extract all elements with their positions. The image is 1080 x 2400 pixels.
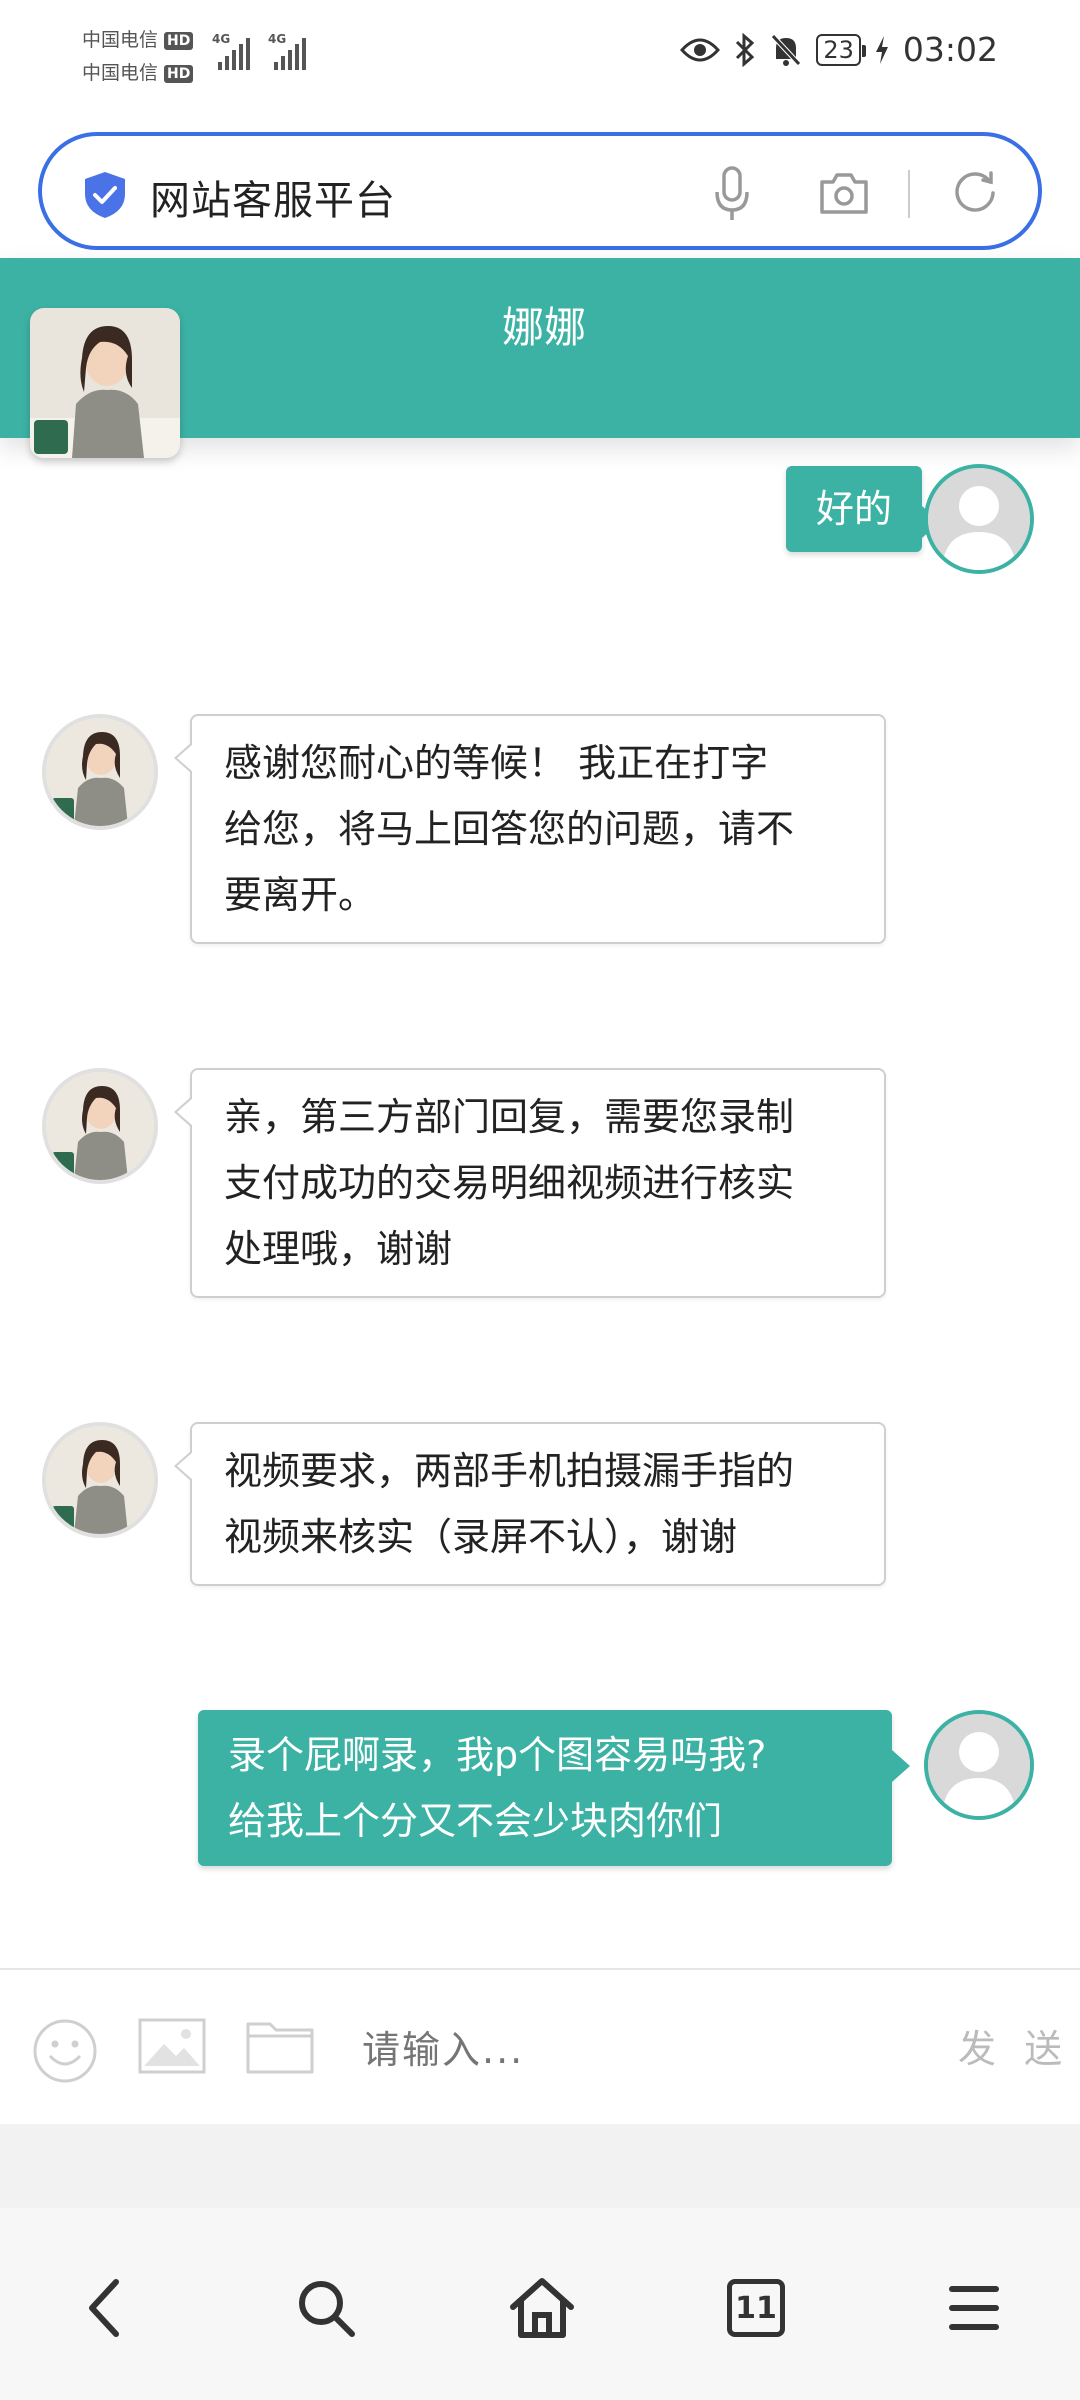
tab-count-icon: 11: [727, 2279, 785, 2337]
status-bar: 中国电信 HD 中国电信 HD 4G 4G 23 03:02: [0, 0, 1080, 110]
agent-avatar[interactable]: [42, 1068, 158, 1184]
agent-avatar[interactable]: [42, 714, 158, 830]
message-input[interactable]: [362, 2020, 922, 2080]
carrier-name: 中国电信: [82, 29, 159, 51]
battery-icon: 23: [816, 33, 866, 66]
message-line: 视频来核实（录屏不认），谢谢: [224, 1515, 738, 1559]
user-avatar[interactable]: [924, 1710, 1034, 1820]
default-avatar-icon: [928, 468, 1030, 570]
user-avatar[interactable]: [924, 464, 1034, 574]
folder-icon[interactable]: [246, 2018, 314, 2074]
security-shield-icon: [85, 172, 125, 218]
message-list[interactable]: 好的 感谢您耐心的等候！ 我正在打字 给您，将马上回答您的问题，请不 要离开。 …: [0, 438, 1080, 1968]
default-avatar-icon: [928, 1714, 1030, 1816]
status-right: 23 03:02: [680, 30, 998, 69]
signal-strength-icon: 4G: [212, 32, 250, 70]
keyboard-spacer: [0, 2124, 1080, 2208]
signal-icons: 4G 4G: [212, 32, 306, 70]
hd-badge: HD: [164, 64, 194, 83]
agent-avatar[interactable]: [42, 1422, 158, 1538]
message-line: 处理哦，谢谢: [224, 1227, 453, 1271]
carrier-name: 中国电信: [82, 62, 159, 84]
image-icon[interactable]: [138, 2018, 206, 2074]
page-title[interactable]: 网站客服平台: [150, 168, 396, 226]
search-icon: [299, 2281, 355, 2337]
user-message[interactable]: 录个屁啊录，我p个图容易吗我? 给我上个分又不会少块肉你们: [198, 1710, 910, 1866]
message-text: 好的: [815, 487, 892, 531]
charging-icon: [875, 35, 888, 64]
message-line: 亲，第三方部门回复，需要您录制: [224, 1095, 795, 1139]
chat-header: 娜娜: [0, 258, 1080, 458]
menu-button[interactable]: [938, 2272, 1010, 2344]
chevron-left-icon: [89, 2279, 119, 2337]
message-line: 给您，将马上回答您的问题，请不: [224, 807, 795, 851]
menu-icon: [949, 2286, 999, 2330]
message-line: 录个屁啊录，我p个图容易吗我?: [228, 1733, 767, 1777]
user-message[interactable]: 好的: [785, 466, 941, 552]
agent-photo: [46, 718, 154, 826]
home-button[interactable]: [506, 2272, 578, 2344]
agent-message[interactable]: 视频要求，两部手机拍摄漏手指的 视频来核实（录屏不认），谢谢: [174, 1422, 886, 1586]
tabs-button[interactable]: 11: [720, 2272, 792, 2344]
home-icon: [510, 2278, 574, 2338]
emoji-icon[interactable]: [32, 2018, 98, 2084]
agent-message[interactable]: 亲，第三方部门回复，需要您录制 支付成功的交易明细视频进行核实 处理哦，谢谢: [174, 1068, 886, 1298]
browser-bottom-nav: 11: [0, 2208, 1080, 2400]
message-line: 感谢您耐心的等候！ 我正在打字: [224, 741, 769, 785]
mute-bell-icon: [771, 33, 802, 66]
divider: [908, 170, 910, 218]
message-line: 视频要求，两部手机拍摄漏手指的: [224, 1449, 795, 1493]
microphone-icon[interactable]: [712, 166, 752, 222]
message-input-bar: 发 送: [0, 1968, 1080, 2124]
agent-photo: [46, 1426, 154, 1534]
message-line: 支付成功的交易明细视频进行核实: [224, 1161, 795, 1205]
clock: 03:02: [902, 30, 998, 69]
agent-photo: [30, 308, 180, 458]
camera-icon[interactable]: [818, 170, 870, 216]
agent-message[interactable]: 感谢您耐心的等候！ 我正在打字 给您，将马上回答您的问题，请不 要离开。: [174, 714, 886, 944]
message-line: 给我上个分又不会少块肉你们: [228, 1799, 723, 1843]
eye-icon: [680, 38, 721, 61]
send-button[interactable]: 发 送: [958, 2018, 1070, 2073]
agent-avatar[interactable]: [30, 308, 180, 458]
address-bar[interactable]: 网站客服平台: [38, 132, 1042, 250]
carrier-info: 中国电信 HD 中国电信 HD: [82, 24, 194, 90]
reload-icon[interactable]: [950, 168, 1000, 218]
bluetooth-icon: [736, 32, 755, 67]
back-button[interactable]: [70, 2272, 142, 2344]
message-line: 要离开。: [224, 873, 377, 917]
signal-strength-icon: 4G: [268, 32, 306, 70]
agent-photo: [46, 1072, 154, 1180]
search-button[interactable]: [290, 2272, 362, 2344]
hd-badge: HD: [164, 31, 194, 50]
